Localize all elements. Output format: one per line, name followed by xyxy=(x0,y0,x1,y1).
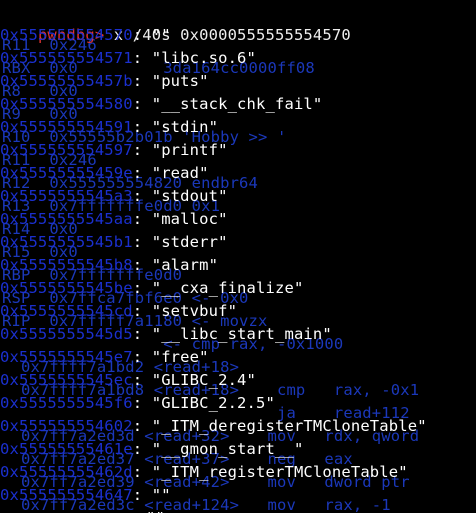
row-address: 0x5555555545b8 xyxy=(0,256,133,274)
terminal-window[interactable]: pwndbg> x /40s 0x0000555555554570 0x5555… xyxy=(0,0,476,513)
dump-row: 0x5555555545d5: "__libc_start_main" xyxy=(0,323,332,346)
dump-row: 0x5555555545be: "__cxa_finalize" xyxy=(0,277,303,300)
row-separator: : xyxy=(132,141,152,159)
dump-row: 0x5555555545b1: "stderr" xyxy=(0,231,228,254)
row-separator: : xyxy=(132,210,152,228)
row-address: 0x5555555545be xyxy=(0,279,133,297)
command-line: pwndbg> x /40s 0x0000555555554570 xyxy=(0,1,351,44)
row-separator: : xyxy=(132,417,152,435)
row-address: 0x55555555457b xyxy=(0,72,133,90)
dump-row: 0x555555554602: "_ITM_deregisterTMCloneT… xyxy=(0,415,427,438)
row-string-value: "__stack_chk_fail" xyxy=(151,95,323,113)
dump-row: 0x5555555545b8: "alarm" xyxy=(0,254,218,277)
dump-row: 0x5555555545cd: "setvbuf" xyxy=(0,300,237,323)
row-address: 0x5555555545aa xyxy=(0,210,133,228)
row-separator: : xyxy=(132,279,152,297)
row-separator: : xyxy=(132,187,152,205)
row-separator: : xyxy=(132,302,152,320)
dump-row: 0x55555555459e: "read" xyxy=(0,162,209,185)
row-string-value: "puts" xyxy=(151,72,209,90)
dump-row: 0x5555555545f6: "GLIBC_2.2.5" xyxy=(0,392,275,415)
row-address: 0x5555555545d5 xyxy=(0,325,133,343)
row-separator: : xyxy=(132,371,152,389)
row-address: 0x555555554597 xyxy=(0,141,133,159)
row-string-value: "__cxa_finalize" xyxy=(151,279,304,297)
row-address: 0x5555555545e7 xyxy=(0,348,133,366)
row-string-value: "_ITM_deregisterTMCloneTable" xyxy=(151,417,427,435)
row-separator: : xyxy=(132,256,152,274)
row-string-value: "__gmon_start__" xyxy=(151,440,304,458)
row-separator: : xyxy=(132,394,152,412)
row-address: 0x555555554580 xyxy=(0,95,133,113)
row-string-value: "alarm" xyxy=(151,256,219,274)
dump-row: 0x555555554647: "" xyxy=(0,484,171,507)
row-separator: : xyxy=(132,440,152,458)
dump-row: 0x555555554571: "libc.so.6" xyxy=(0,47,256,70)
row-address: 0x5555555545a3 xyxy=(0,187,133,205)
row-address: 0x55555555459e xyxy=(0,164,133,182)
row-address: 0x555555554571 xyxy=(0,49,133,67)
row-separator: : xyxy=(132,325,152,343)
row-string-value: "malloc" xyxy=(151,210,228,228)
dump-row: "" xyxy=(146,507,165,513)
row-separator: : xyxy=(132,486,152,504)
dump-row: 0x5555555545ec: "GLIBC_2.4" xyxy=(0,369,256,392)
dump-row: 0x555555554570: "" xyxy=(0,24,171,47)
dump-row: 0x55555555462d: "_ITM_registerTMCloneTab… xyxy=(0,461,408,484)
dump-row: 0x5555555545aa: "malloc" xyxy=(0,208,228,231)
dump-row: 0x5555555545e7: "free" xyxy=(0,346,209,369)
dump-row: 0x555555554580: "__stack_chk_fail" xyxy=(0,93,322,116)
row-address: 0x55555555461e xyxy=(0,440,133,458)
row-string-value: "_ITM_registerTMCloneTable" xyxy=(151,463,408,481)
row-address: 0x5555555545f6 xyxy=(0,394,133,412)
row-address: 0x555555554570 xyxy=(0,26,133,44)
row-string-value: "stdout" xyxy=(151,187,228,205)
row-string-value: "__libc_start_main" xyxy=(151,325,332,343)
row-string-value: "setvbuf" xyxy=(151,302,238,320)
row-address: 0x5555555545cd xyxy=(0,302,133,320)
row-separator: : xyxy=(132,463,152,481)
row-string-value: "" xyxy=(151,486,171,504)
row-address: 0x55555555462d xyxy=(0,463,133,481)
row-address: 0x555555554647 xyxy=(0,486,133,504)
row-string-value: "" xyxy=(151,26,171,44)
row-address: 0x5555555545ec xyxy=(0,371,133,389)
row-separator: : xyxy=(132,95,152,113)
row-string-value: "GLIBC_2.4" xyxy=(151,371,257,389)
row-string-value: "stderr" xyxy=(151,233,228,251)
dump-row: 0x5555555545a3: "stdout" xyxy=(0,185,228,208)
dump-row: 0x55555555461e: "__gmon_start__" xyxy=(0,438,303,461)
row-string-value: "libc.so.6" xyxy=(151,49,257,67)
row-address: 0x555555554591 xyxy=(0,118,133,136)
dump-row: 0x555555554597: "printf" xyxy=(0,139,228,162)
row-separator: : xyxy=(132,72,152,90)
row-separator: : xyxy=(132,118,152,136)
row-address: 0x555555554602 xyxy=(0,417,133,435)
row-string-value: "printf" xyxy=(151,141,228,159)
row-separator: : xyxy=(132,233,152,251)
row-string-value: "stdin" xyxy=(151,118,219,136)
dump-row: 0x55555555457b: "puts" xyxy=(0,70,209,93)
dump-row: 0x555555554591: "stdin" xyxy=(0,116,218,139)
row-string-value: "GLIBC_2.2.5" xyxy=(151,394,275,412)
row-separator: : xyxy=(132,49,152,67)
row-separator: : xyxy=(132,348,152,366)
row-address: 0x5555555545b1 xyxy=(0,233,133,251)
row-string-value: "free" xyxy=(151,348,209,366)
row-string-value: "read" xyxy=(151,164,209,182)
row-string-value: "" xyxy=(146,509,165,513)
row-separator: : xyxy=(132,164,152,182)
row-separator: : xyxy=(132,26,152,44)
